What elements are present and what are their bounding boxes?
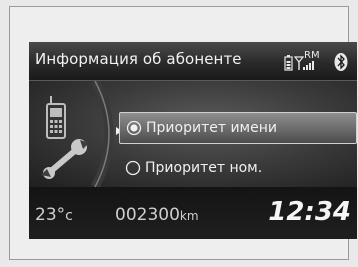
radio-unselected-icon bbox=[125, 160, 141, 176]
menu-area: Приоритет имени Приоритет ном. bbox=[29, 81, 357, 187]
option-label: Приоритет имени bbox=[146, 120, 277, 136]
odometer-value: 002300 bbox=[115, 205, 180, 225]
info-display-screen: Информация об абоненте RM Приоритет имен… bbox=[29, 42, 357, 239]
wrench-icon bbox=[41, 139, 89, 179]
status-footer: 23°c 002300km 12:34 bbox=[29, 187, 357, 239]
odometer: 002300km bbox=[115, 205, 199, 225]
screen-header: Информация об абоненте RM bbox=[29, 42, 357, 81]
outside-temperature: 23°c bbox=[35, 205, 73, 225]
option-name-priority[interactable]: Приоритет имени bbox=[119, 112, 357, 144]
page-title: Информация об абоненте bbox=[35, 50, 242, 68]
temperature-unit: c bbox=[65, 208, 73, 224]
roaming-indicator: RM bbox=[304, 50, 320, 61]
option-label: Приоритет ном. bbox=[145, 160, 263, 176]
mobile-phone-icon bbox=[46, 96, 66, 139]
temperature-value: 23° bbox=[35, 205, 66, 225]
bluetooth-icon bbox=[334, 53, 348, 71]
status-icons: RM bbox=[283, 48, 353, 74]
radio-selected-icon bbox=[126, 120, 142, 136]
clock: 12:34 bbox=[268, 197, 351, 227]
odometer-unit: km bbox=[179, 209, 199, 223]
option-number-priority[interactable]: Приоритет ном. bbox=[119, 153, 355, 183]
phone-battery-icon bbox=[284, 55, 293, 71]
